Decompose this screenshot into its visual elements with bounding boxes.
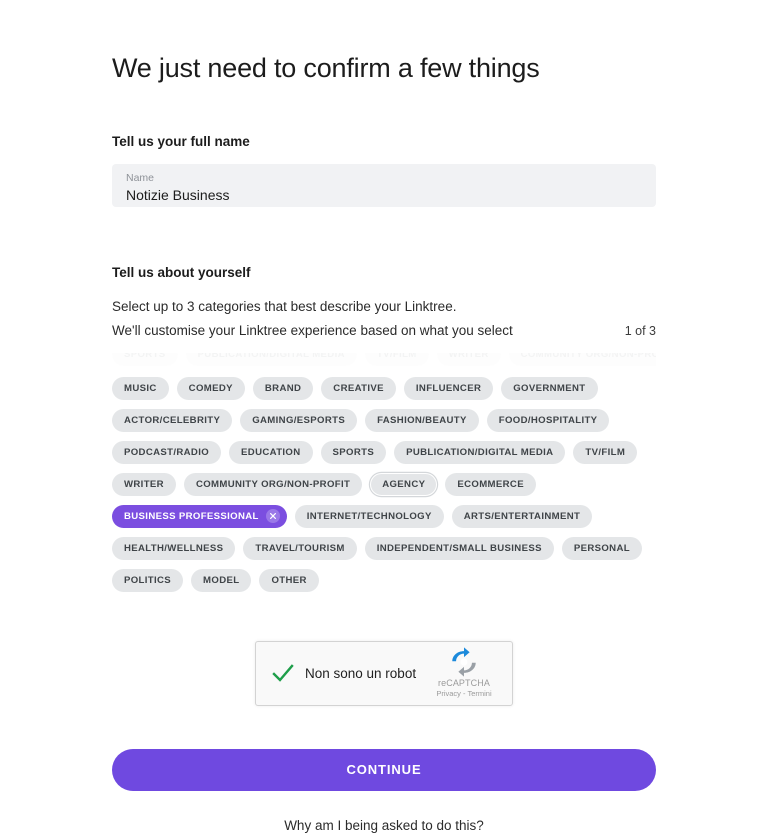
category-chip-label: CREATIVE xyxy=(333,382,384,394)
full-name-input[interactable]: Notizie Business xyxy=(126,186,642,204)
check-icon xyxy=(272,664,294,683)
category-chip[interactable]: INDEPENDENT/SMALL BUSINESS xyxy=(364,536,554,560)
category-chip-label: COMEDY xyxy=(188,382,233,394)
category-chip[interactable]: AGENCY xyxy=(370,472,438,496)
about-description-row: We'll customise your Linktree experience… xyxy=(112,321,656,341)
about-description-line-2: We'll customise your Linktree experience… xyxy=(112,322,513,338)
category-chip[interactable]: PERSONAL xyxy=(561,536,642,560)
category-chip-label: BUSINESS PROFESSIONAL xyxy=(124,510,259,522)
category-chip[interactable]: ARTS/ENTERTAINMENT xyxy=(451,504,593,528)
full-name-section-heading: Tell us your full name xyxy=(112,133,250,149)
category-chip[interactable]: FASHION/BEAUTY xyxy=(365,408,479,432)
category-chip[interactable]: TV/FILM xyxy=(573,440,638,464)
category-chip-label: HEALTH/WELLNESS xyxy=(124,542,224,554)
page-title: We just need to confirm a few things xyxy=(112,53,540,83)
category-chip-label: INTERNET/TECHNOLOGY xyxy=(306,510,432,522)
category-chip-label: FOOD/HOSPITALITY xyxy=(498,414,598,426)
category-chip-label: PUBLICATION/DIGITAL MEDIA xyxy=(406,446,554,458)
category-chip-faded: PUBLICATION/DIGITAL MEDIA xyxy=(185,352,357,366)
category-chip-label: MUSIC xyxy=(124,382,157,394)
recaptcha-brand-name: reCAPTCHA xyxy=(438,678,490,689)
category-chip-label: TRAVEL/TOURISM xyxy=(255,542,345,554)
category-chip-label: PODCAST/RADIO xyxy=(124,446,210,458)
recaptcha-widget[interactable]: Non sono un robot reCAPTCHA Privacy - Te… xyxy=(255,640,513,706)
category-chip-label: ARTS/ENTERTAINMENT xyxy=(463,510,581,522)
category-chip-faded-label: SPORTS xyxy=(124,352,166,360)
category-chip[interactable]: ACTOR/CELEBRITY xyxy=(112,408,233,432)
category-chip[interactable]: ECOMMERCE xyxy=(445,472,536,496)
category-chip-label: BRAND xyxy=(264,382,302,394)
category-chip[interactable]: SPORTS xyxy=(320,440,387,464)
about-yourself-section: Tell us about yourself Select up to 3 ca… xyxy=(112,265,656,592)
category-chip[interactable]: EDUCATION xyxy=(229,440,313,464)
category-chip-faded-label: TV/FILM xyxy=(376,352,417,360)
about-section-heading: Tell us about yourself xyxy=(112,264,251,280)
category-chip-label: POLITICS xyxy=(124,574,172,586)
chip-remove-icon[interactable] xyxy=(265,509,280,524)
category-chip-label: COMMUNITY ORG/NON-PROFIT xyxy=(195,478,351,490)
continue-button[interactable]: CONTINUE xyxy=(112,748,656,791)
recaptcha-checkbox[interactable] xyxy=(269,659,297,687)
full-name-field[interactable]: Name Notizie Business xyxy=(112,163,656,207)
category-chip[interactable]: COMEDY xyxy=(176,376,245,400)
recaptcha-branding: reCAPTCHA Privacy - Termini xyxy=(428,647,500,699)
category-chip[interactable]: MODEL xyxy=(191,568,252,592)
recaptcha-logo-icon xyxy=(452,647,476,677)
category-chip-label: INDEPENDENT/SMALL BUSINESS xyxy=(376,542,542,554)
category-chip[interactable]: INTERNET/TECHNOLOGY xyxy=(294,504,444,528)
category-chip-label: PERSONAL xyxy=(573,542,630,554)
recaptcha-container: Non sono un robot reCAPTCHA Privacy - Te… xyxy=(112,640,656,706)
category-chip[interactable]: PUBLICATION/DIGITAL MEDIA xyxy=(394,440,566,464)
category-chip-faded: TV/FILM xyxy=(364,352,429,366)
category-chip-faded: WRITER xyxy=(436,352,501,366)
category-chip-label: MODEL xyxy=(203,574,240,586)
category-chip-label: GOVERNMENT xyxy=(513,382,586,394)
full-name-field-label: Name xyxy=(126,171,155,184)
category-chip-label: TV/FILM xyxy=(585,446,626,458)
category-chip[interactable]: OTHER xyxy=(259,568,319,592)
category-chip-faded: COMMUNITY ORG/NON-PROFIT xyxy=(508,352,656,366)
category-chip[interactable]: PODCAST/RADIO xyxy=(112,440,222,464)
help-link-container: Why am I being asked to do this? xyxy=(112,817,656,835)
category-chip-label: WRITER xyxy=(124,478,164,490)
chips-scroll-fade: SPORTS PUBLICATION/DIGITAL MEDIA TV/FILM WR… xyxy=(112,352,656,371)
category-chip-label: SPORTS xyxy=(332,446,375,458)
category-chip-label: OTHER xyxy=(271,574,307,586)
recaptcha-label: Non sono un robot xyxy=(305,665,417,681)
category-chip[interactable]: MUSIC xyxy=(112,376,169,400)
category-chip[interactable]: BUSINESS PROFESSIONAL xyxy=(112,504,287,528)
category-chip-faded-label: WRITER xyxy=(448,352,489,360)
category-chip[interactable]: TRAVEL/TOURISM xyxy=(243,536,357,560)
category-chip[interactable]: GAMING/ESPORTS xyxy=(240,408,358,432)
form-content: We just need to confirm a few things Tel… xyxy=(112,0,656,835)
category-chip-label: EDUCATION xyxy=(241,446,301,458)
category-chip[interactable]: WRITER xyxy=(112,472,176,496)
category-chip[interactable]: COMMUNITY ORG/NON-PROFIT xyxy=(183,472,363,496)
category-chip[interactable]: FOOD/HOSPITALITY xyxy=(486,408,610,432)
category-chip[interactable]: GOVERNMENT xyxy=(501,376,598,400)
signup-confirm-page: We just need to confirm a few things Tel… xyxy=(0,0,768,836)
category-chip[interactable]: BRAND xyxy=(252,376,314,400)
category-chip-label: INFLUENCER xyxy=(415,382,482,394)
category-chip[interactable]: CREATIVE xyxy=(321,376,396,400)
category-chip[interactable]: HEALTH/WELLNESS xyxy=(112,536,236,560)
category-chip-label: ECOMMERCE xyxy=(457,478,524,490)
category-chip-faded: SPORTS xyxy=(112,352,178,366)
recaptcha-privacy-terms-links[interactable]: Privacy - Termini xyxy=(436,689,491,698)
category-chip-list: MUSIC COMEDY BRAND CREATIVE INFLUENCER GOVERN… xyxy=(112,376,656,592)
category-chip-label: AGENCY xyxy=(382,478,426,490)
category-chip[interactable]: POLITICS xyxy=(112,568,184,592)
category-chip-label: FASHION/BEAUTY xyxy=(377,414,467,426)
category-chip-label: ACTOR/CELEBRITY xyxy=(124,414,221,426)
category-chip[interactable]: INFLUENCER xyxy=(403,376,494,400)
category-chip-faded-label: COMMUNITY ORG/NON-PROFIT xyxy=(520,352,656,360)
about-description-line-1: Select up to 3 categories that best desc… xyxy=(112,298,457,314)
category-chip-faded-label: PUBLICATION/DIGITAL MEDIA xyxy=(197,352,345,360)
category-selection-counter: 1 of 3 xyxy=(624,323,656,338)
why-am-i-asked-link[interactable]: Why am I being asked to do this? xyxy=(284,818,484,833)
category-chip-label: GAMING/ESPORTS xyxy=(252,414,346,426)
